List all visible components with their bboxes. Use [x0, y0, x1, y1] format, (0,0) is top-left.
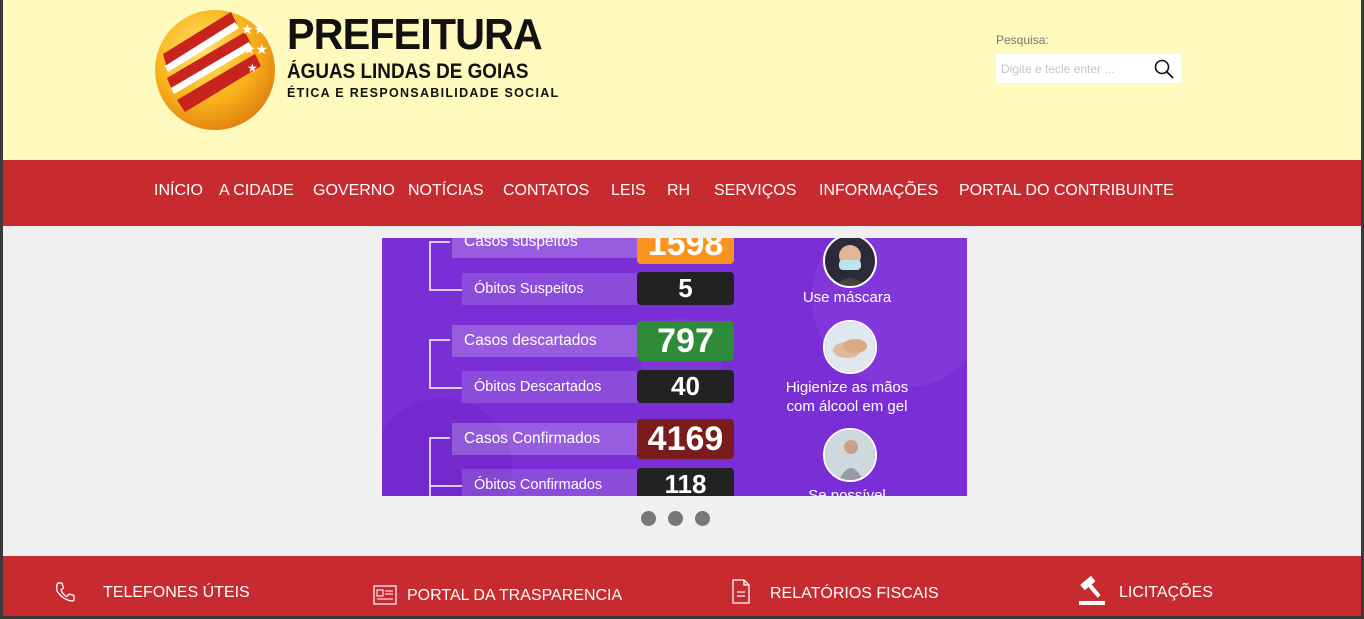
wash-hands-icon — [823, 320, 877, 374]
tip-higienize-maos: Higienize as mãos com álcool em gel — [772, 378, 922, 416]
stay-home-icon — [823, 428, 877, 482]
row-label-casos-confirmados: Casos Confirmados — [452, 423, 640, 455]
link-relatorios-fiscais[interactable]: RELATÓRIOS FISCAIS — [770, 584, 939, 604]
search-label: Pesquisa: — [996, 33, 1049, 47]
search-box — [996, 54, 1181, 83]
nav-item-a-cidade[interactable]: A CIDADE — [219, 181, 294, 201]
page: ★★ ★★ ★ PREFEITURA ÁGUAS LINDAS DE GOIAS… — [3, 0, 1361, 616]
nav-item-inicio[interactable]: INÍCIO — [154, 181, 203, 201]
search-icon[interactable] — [1153, 58, 1175, 80]
city-logo[interactable]: ★★ ★★ ★ — [153, 0, 278, 132]
slider-dot-1[interactable] — [641, 511, 656, 526]
gavel-icon[interactable] — [1076, 576, 1108, 606]
value-casos-confirmados: 4169 — [637, 419, 734, 459]
tip-use-mascara: Use máscara — [802, 289, 892, 306]
row-label-casos-suspeitos: Casos suspeitos — [452, 238, 640, 258]
value-obitos-suspeitos: 5 — [637, 272, 734, 305]
tip-se-possivel: Se possível — [808, 487, 886, 496]
logo-subtitle: ÁGUAS LINDAS DE GOIAS — [287, 60, 529, 83]
tip-higienize-line1: Higienize as mãos — [785, 379, 909, 396]
value-casos-suspeitos: 1598 — [637, 238, 734, 264]
nav-item-informacoes[interactable]: INFORMAÇÕES — [819, 181, 938, 201]
newspaper-icon[interactable] — [373, 584, 397, 606]
value-obitos-confirmados: 118 — [637, 468, 734, 496]
logo-wordmark: PREFEITURA ÁGUAS LINDAS DE GOIAS ÉTICA E… — [287, 10, 560, 101]
row-label-casos-descartados: Casos descartados — [452, 325, 640, 357]
nav-item-governo[interactable]: GOVERNO — [313, 181, 395, 201]
nav-item-noticias[interactable]: NOTÍCIAS — [408, 181, 484, 201]
slider-dot-2[interactable] — [668, 511, 683, 526]
link-licitacoes[interactable]: LICITAÇÕES — [1119, 583, 1213, 603]
document-icon[interactable] — [731, 579, 751, 604]
covid-bulletin-slide[interactable]: Casos suspeitos 1598 Óbitos Suspeitos 5 … — [382, 238, 967, 496]
tip-higienize-line2: com álcool em gel — [786, 398, 908, 415]
logo-tagline: ÉTICA E RESPONSABILIDADE SOCIAL — [287, 86, 560, 100]
row-label-obitos-confirmados: Óbitos Confirmados — [462, 469, 638, 496]
slider-dot-3[interactable] — [695, 511, 710, 526]
site-header: ★★ ★★ ★ PREFEITURA ÁGUAS LINDAS DE GOIAS… — [3, 0, 1361, 160]
nav-item-contatos[interactable]: CONTATOS — [503, 181, 589, 201]
nav-item-leis[interactable]: LEIS — [611, 181, 646, 201]
svg-text:★★: ★★ — [241, 22, 266, 38]
value-obitos-descartados: 40 — [637, 370, 734, 403]
svg-text:★★: ★★ — [243, 42, 268, 58]
nav-item-servicos[interactable]: SERVIÇOS — [714, 181, 796, 201]
nav-item-portal-contribuinte[interactable]: PORTAL DO CONTRIBUINTE — [959, 181, 1174, 201]
main-nav: INÍCIO A CIDADE GOVERNO NOTÍCIAS CONTATO… — [3, 160, 1361, 226]
link-portal-transparencia[interactable]: PORTAL DA TRASPARENCIA — [407, 586, 622, 606]
value-casos-descartados: 797 — [637, 321, 734, 361]
link-telefones-uteis[interactable]: TELEFONES ÚTEIS — [103, 583, 250, 603]
svg-text:★: ★ — [247, 61, 258, 75]
row-label-obitos-descartados: Óbitos Descartados — [462, 371, 638, 403]
phone-icon[interactable] — [53, 580, 77, 604]
logo-title: PREFEITURA — [287, 10, 543, 59]
nav-item-rh[interactable]: RH — [667, 181, 690, 201]
search-input[interactable] — [996, 54, 1151, 83]
row-label-obitos-suspeitos: Óbitos Suspeitos — [462, 273, 638, 305]
quick-links-bar: TELEFONES ÚTEIS PORTAL DA TRASPARENCIA R… — [3, 556, 1361, 616]
